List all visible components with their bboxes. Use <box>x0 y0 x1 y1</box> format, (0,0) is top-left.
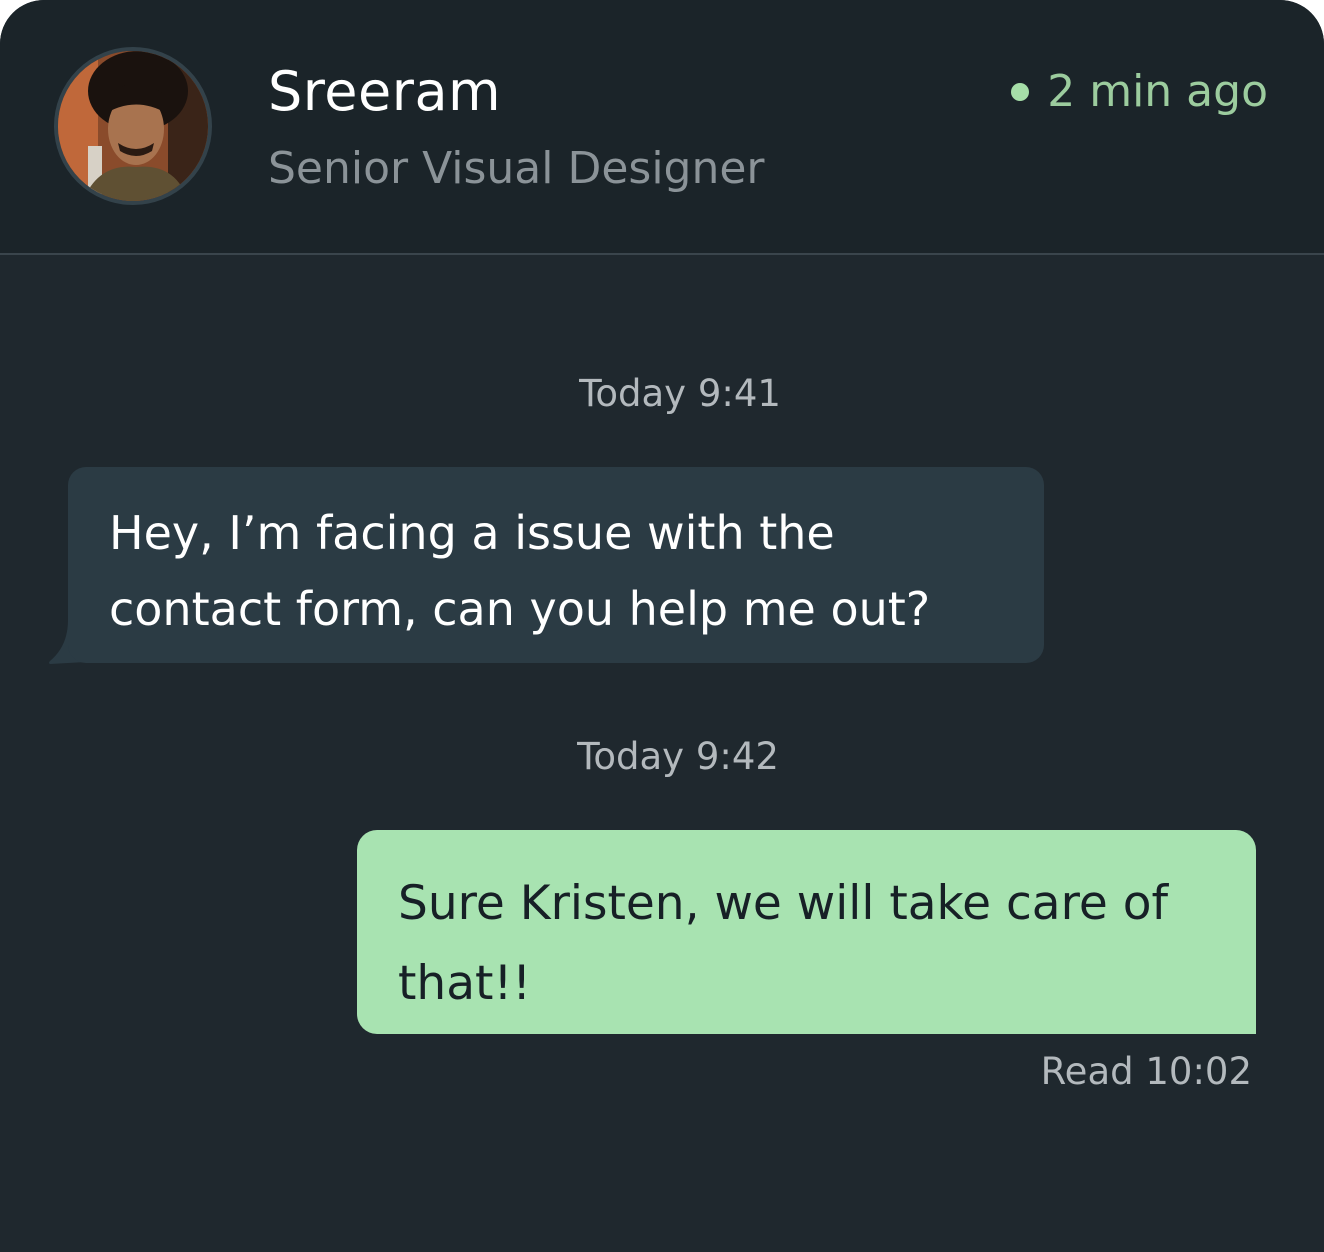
online-status: 2 min ago <box>1011 66 1268 117</box>
last-seen-text: 2 min ago <box>1047 66 1268 117</box>
online-dot-icon <box>1011 82 1030 101</box>
contact-role: Senior Visual Designer <box>268 143 765 194</box>
avatar[interactable] <box>54 47 212 205</box>
outgoing-message-bubble[interactable]: Sure Kristen, we will take care of that!… <box>357 830 1256 1034</box>
message-text-line: that!! <box>398 956 532 1011</box>
contact-name: Sreeram <box>268 60 502 123</box>
message-timestamp: Today 9:41 <box>579 372 781 415</box>
user-photo-icon <box>58 51 208 201</box>
read-receipt: Read 10:02 <box>1040 1050 1252 1093</box>
chat-header: Sreeram Senior Visual Designer 2 min ago <box>0 0 1324 255</box>
message-timestamp: Today 9:42 <box>577 735 779 778</box>
chat-panel: Sreeram Senior Visual Designer 2 min ago… <box>0 0 1324 1252</box>
incoming-message-bubble[interactable]: Hey, I’m facing a issue with the contact… <box>68 467 1044 663</box>
message-text-line: Hey, I’m facing a issue with the <box>109 506 835 560</box>
message-text-line: contact form, can you help me out? <box>109 582 931 636</box>
message-text-line: Sure Kristen, we will take care of <box>398 876 1169 931</box>
